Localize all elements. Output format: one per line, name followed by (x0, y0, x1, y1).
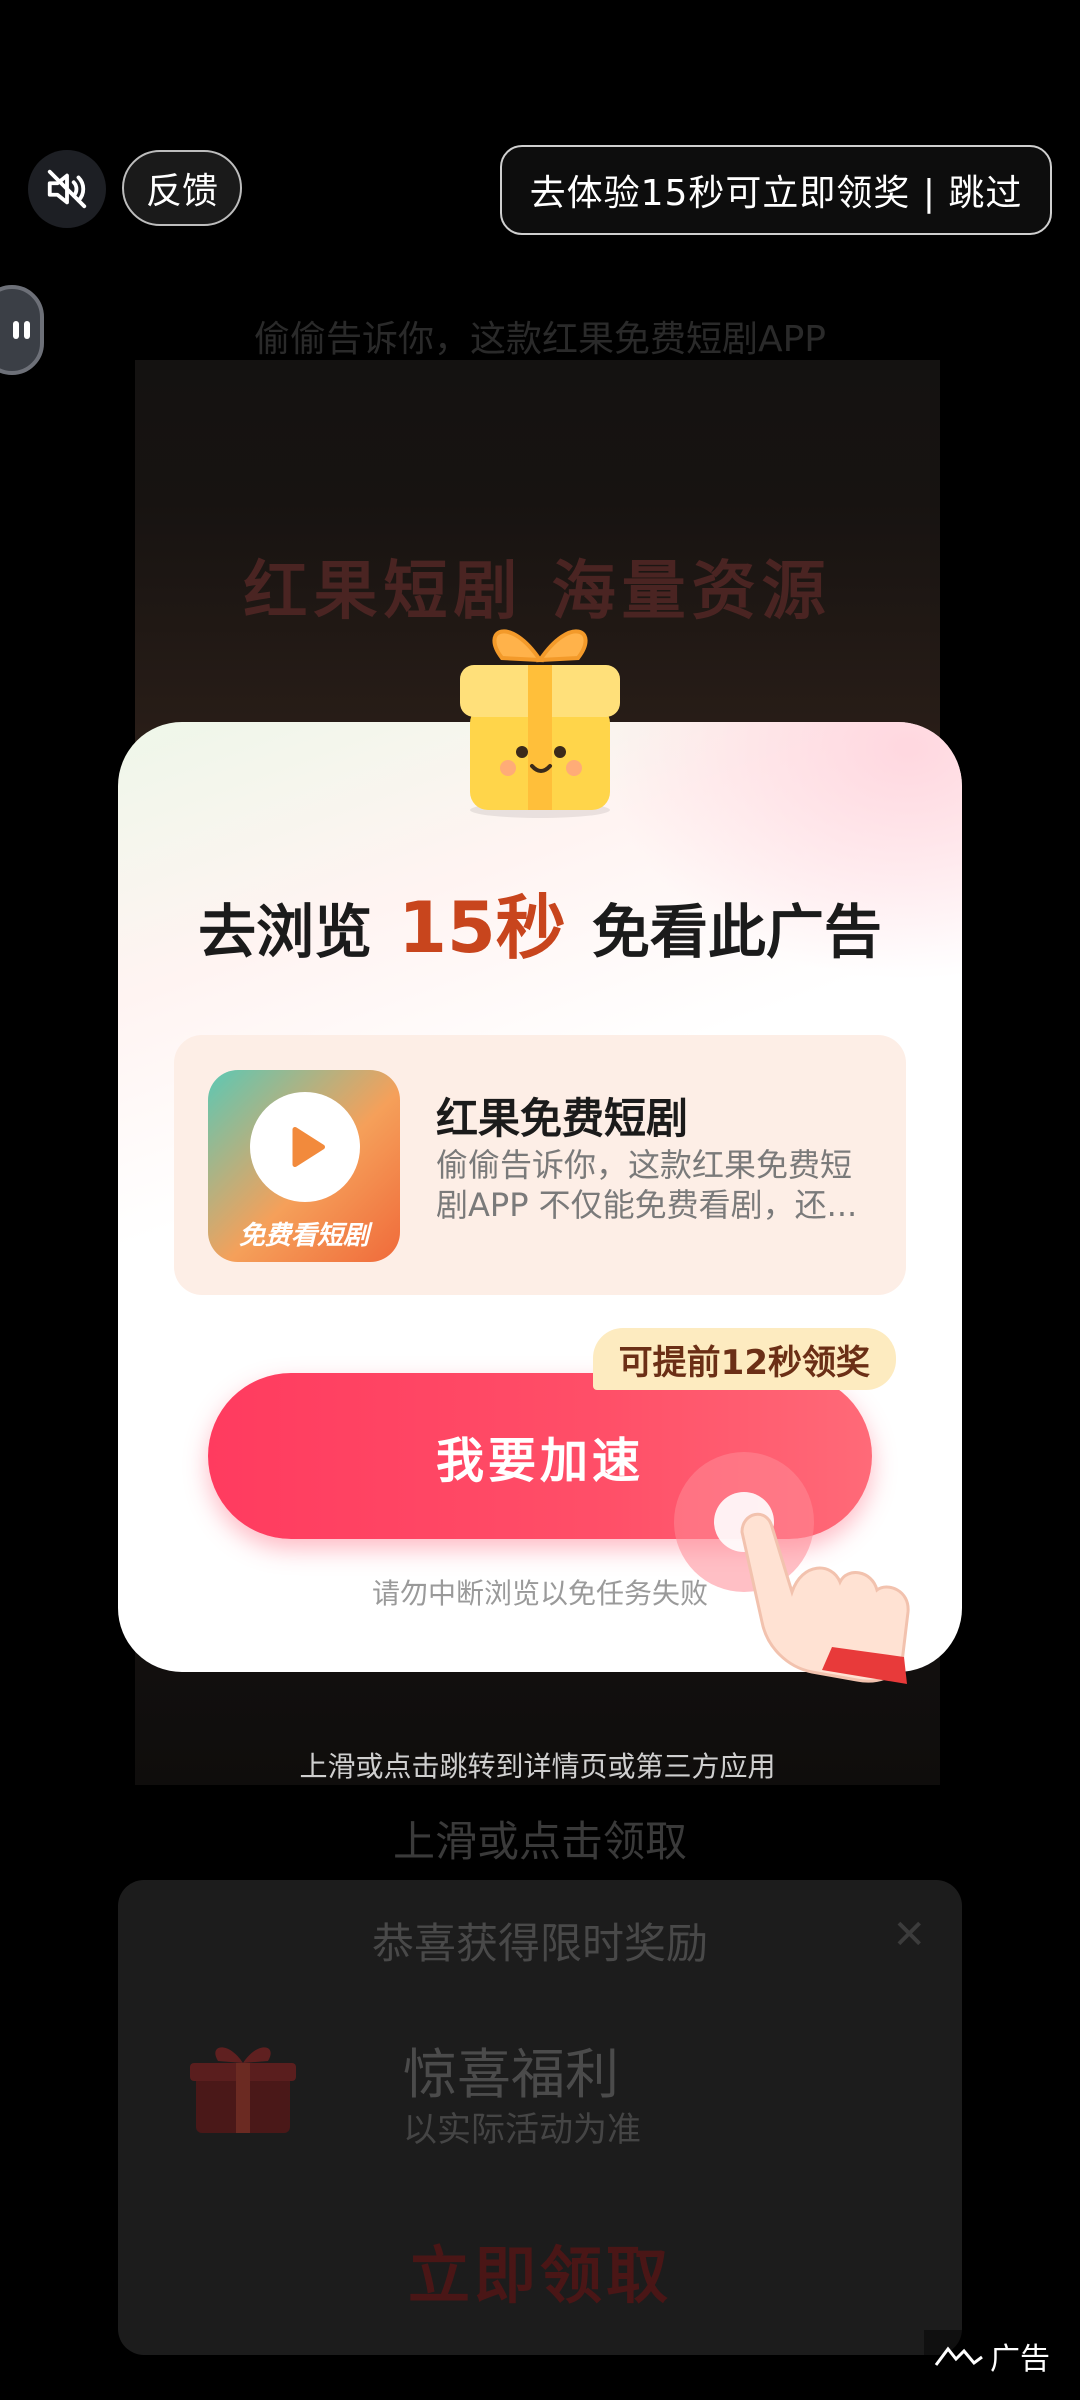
reward-name: 惊喜福利 (403, 2043, 619, 2106)
close-icon[interactable]: ✕ (892, 1912, 926, 1958)
dialog-title-highlight: 15秒 (398, 887, 566, 969)
reward-card[interactable]: 恭喜获得限时奖励 ✕ 惊喜福利 以实际活动为准 立即领取 (118, 1880, 962, 2355)
tap-hand-icon (674, 1452, 910, 1684)
dialog-title-suffix: 免看此广告 (591, 898, 882, 966)
skip-button[interactable]: 去体验15秒可立即领奖 | 跳过 (500, 145, 1052, 235)
dialog-title: 去浏览 15秒 免看此广告 (118, 872, 962, 977)
video-caption: 偷偷告诉你，这款红果免费短剧APP (253, 319, 827, 360)
dialog-title-prefix: 去浏览 (198, 898, 373, 966)
swipe-hint: 上滑或点击领取 (392, 1817, 687, 1866)
app-icon[interactable]: 免费看短剧 (208, 1070, 400, 1262)
app-description: 偷偷告诉你，这款红果免费短剧APP 不仅能免费看剧，还... (436, 1146, 858, 1224)
ad-label: 广告 (924, 2330, 1060, 2382)
feedback-button[interactable]: 反馈 (122, 150, 242, 226)
app-name: 红果免费短剧 (436, 1094, 689, 1143)
play-icon (250, 1092, 360, 1202)
early-reward-tag: 可提前12秒领奖 (592, 1328, 896, 1390)
ad-label-text: 广告 (990, 2342, 1050, 2377)
reward-title: 恭喜获得限时奖励 (371, 1919, 708, 1968)
ad-brand-icon (934, 2346, 983, 2366)
reward-subtitle: 以实际活动为准 (403, 2110, 641, 2150)
app-card[interactable]: 免费看短剧 红果免费短剧 偷偷告诉你，这款红果免费短剧APP 不仅能免费看剧，还… (174, 1035, 906, 1295)
claim-now-button[interactable]: 立即领取 (118, 2225, 962, 2315)
gift-mascot-icon (460, 629, 620, 818)
mute-button[interactable] (28, 150, 106, 228)
gift-box-icon (190, 2047, 296, 2133)
speaker-muted-icon (47, 169, 87, 209)
app-icon-text: 免费看短剧 (238, 1221, 369, 1251)
video-footer-text: 上滑或点击跳转到详情页或第三方应用 (299, 1750, 776, 1783)
